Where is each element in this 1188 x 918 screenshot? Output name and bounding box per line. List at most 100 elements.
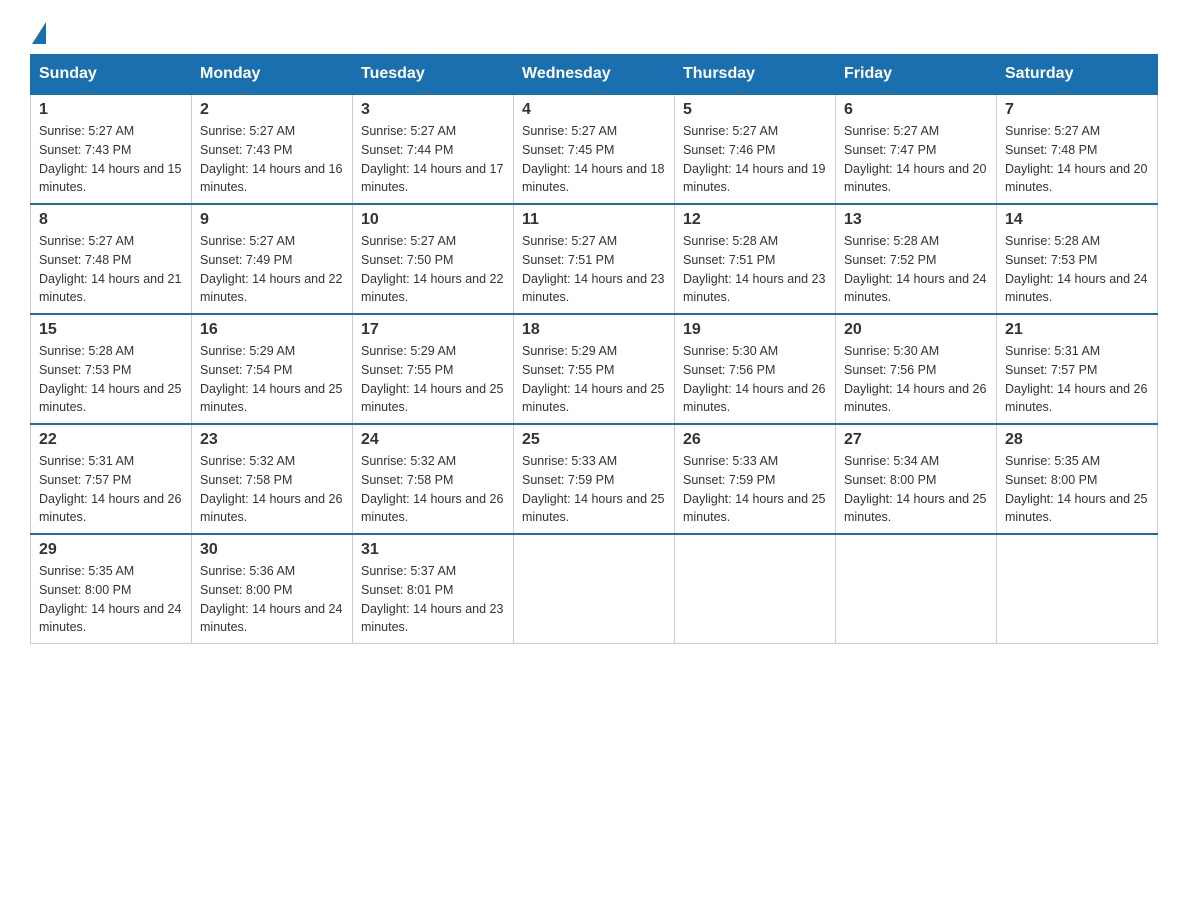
day-info: Sunrise: 5:27 AMSunset: 7:45 PMDaylight:…	[522, 122, 666, 197]
day-info: Sunrise: 5:27 AMSunset: 7:51 PMDaylight:…	[522, 232, 666, 307]
day-number: 16	[200, 321, 344, 339]
day-number: 5	[683, 101, 827, 119]
day-number: 13	[844, 211, 988, 229]
day-number: 4	[522, 101, 666, 119]
weekday-header-wednesday: Wednesday	[514, 55, 675, 95]
calendar-week-row: 29 Sunrise: 5:35 AMSunset: 8:00 PMDayligh…	[31, 534, 1158, 644]
day-number: 7	[1005, 101, 1149, 119]
day-info: Sunrise: 5:27 AMSunset: 7:43 PMDaylight:…	[39, 122, 183, 197]
day-number: 12	[683, 211, 827, 229]
day-number: 28	[1005, 431, 1149, 449]
calendar-cell: 23 Sunrise: 5:32 AMSunset: 7:58 PMDayligh…	[192, 424, 353, 534]
calendar-cell: 25 Sunrise: 5:33 AMSunset: 7:59 PMDayligh…	[514, 424, 675, 534]
day-info: Sunrise: 5:28 AMSunset: 7:53 PMDaylight:…	[1005, 232, 1149, 307]
day-info: Sunrise: 5:33 AMSunset: 7:59 PMDaylight:…	[522, 452, 666, 527]
day-number: 17	[361, 321, 505, 339]
calendar-cell: 8 Sunrise: 5:27 AMSunset: 7:48 PMDaylight…	[31, 204, 192, 314]
day-number: 9	[200, 211, 344, 229]
logo	[30, 20, 46, 44]
day-number: 27	[844, 431, 988, 449]
calendar-cell: 17 Sunrise: 5:29 AMSunset: 7:55 PMDayligh…	[353, 314, 514, 424]
calendar-cell: 18 Sunrise: 5:29 AMSunset: 7:55 PMDayligh…	[514, 314, 675, 424]
day-info: Sunrise: 5:27 AMSunset: 7:47 PMDaylight:…	[844, 122, 988, 197]
day-number: 24	[361, 431, 505, 449]
calendar-cell	[675, 534, 836, 644]
day-number: 30	[200, 541, 344, 559]
day-info: Sunrise: 5:30 AMSunset: 7:56 PMDaylight:…	[683, 342, 827, 417]
calendar-week-row: 8 Sunrise: 5:27 AMSunset: 7:48 PMDaylight…	[31, 204, 1158, 314]
day-info: Sunrise: 5:35 AMSunset: 8:00 PMDaylight:…	[1005, 452, 1149, 527]
calendar-week-row: 15 Sunrise: 5:28 AMSunset: 7:53 PMDayligh…	[31, 314, 1158, 424]
calendar-cell: 7 Sunrise: 5:27 AMSunset: 7:48 PMDaylight…	[997, 94, 1158, 204]
calendar-cell: 9Sunrise: 5:27 AMSunset: 7:49 PMDaylight…	[192, 204, 353, 314]
calendar-cell: 11 Sunrise: 5:27 AMSunset: 7:51 PMDayligh…	[514, 204, 675, 314]
day-info: Sunrise: 5:29 AMSunset: 7:55 PMDaylight:…	[361, 342, 505, 417]
page-header	[30, 20, 1158, 44]
weekday-header-saturday: Saturday	[997, 55, 1158, 95]
calendar-cell: 29 Sunrise: 5:35 AMSunset: 8:00 PMDayligh…	[31, 534, 192, 644]
day-info: Sunrise: 5:34 AMSunset: 8:00 PMDaylight:…	[844, 452, 988, 527]
day-info: Sunrise: 5:36 AMSunset: 8:00 PMDaylight:…	[200, 562, 344, 637]
day-info: Sunrise: 5:30 AMSunset: 7:56 PMDaylight:…	[844, 342, 988, 417]
day-number: 31	[361, 541, 505, 559]
day-info: Sunrise: 5:31 AMSunset: 7:57 PMDaylight:…	[39, 452, 183, 527]
day-info: Sunrise: 5:27 AMSunset: 7:48 PMDaylight:…	[1005, 122, 1149, 197]
weekday-header-sunday: Sunday	[31, 55, 192, 95]
weekday-header-monday: Monday	[192, 55, 353, 95]
day-info: Sunrise: 5:27 AMSunset: 7:50 PMDaylight:…	[361, 232, 505, 307]
day-number: 19	[683, 321, 827, 339]
day-number: 10	[361, 211, 505, 229]
day-info: Sunrise: 5:27 AMSunset: 7:44 PMDaylight:…	[361, 122, 505, 197]
calendar-cell	[997, 534, 1158, 644]
day-number: 14	[1005, 211, 1149, 229]
day-number: 18	[522, 321, 666, 339]
day-info: Sunrise: 5:29 AMSunset: 7:55 PMDaylight:…	[522, 342, 666, 417]
day-number: 25	[522, 431, 666, 449]
weekday-header-thursday: Thursday	[675, 55, 836, 95]
calendar-cell: 14 Sunrise: 5:28 AMSunset: 7:53 PMDayligh…	[997, 204, 1158, 314]
calendar-cell: 4 Sunrise: 5:27 AMSunset: 7:45 PMDaylight…	[514, 94, 675, 204]
day-number: 2	[200, 101, 344, 119]
day-info: Sunrise: 5:27 AMSunset: 7:43 PMDaylight:…	[200, 122, 344, 197]
day-number: 23	[200, 431, 344, 449]
calendar-cell: 5 Sunrise: 5:27 AMSunset: 7:46 PMDaylight…	[675, 94, 836, 204]
day-info: Sunrise: 5:27 AMSunset: 7:48 PMDaylight:…	[39, 232, 183, 307]
calendar-cell: 15 Sunrise: 5:28 AMSunset: 7:53 PMDayligh…	[31, 314, 192, 424]
calendar-cell: 1 Sunrise: 5:27 AMSunset: 7:43 PMDaylight…	[31, 94, 192, 204]
day-number: 21	[1005, 321, 1149, 339]
calendar-cell: 28 Sunrise: 5:35 AMSunset: 8:00 PMDayligh…	[997, 424, 1158, 534]
day-number: 8	[39, 211, 183, 229]
day-number: 20	[844, 321, 988, 339]
day-number: 15	[39, 321, 183, 339]
day-info: Sunrise: 5:28 AMSunset: 7:53 PMDaylight:…	[39, 342, 183, 417]
day-info: Sunrise: 5:32 AMSunset: 7:58 PMDaylight:…	[361, 452, 505, 527]
calendar-cell: 24 Sunrise: 5:32 AMSunset: 7:58 PMDayligh…	[353, 424, 514, 534]
calendar-cell: 2 Sunrise: 5:27 AMSunset: 7:43 PMDaylight…	[192, 94, 353, 204]
calendar-cell: 6 Sunrise: 5:27 AMSunset: 7:47 PMDaylight…	[836, 94, 997, 204]
calendar-cell: 10 Sunrise: 5:27 AMSunset: 7:50 PMDayligh…	[353, 204, 514, 314]
calendar-cell: 12 Sunrise: 5:28 AMSunset: 7:51 PMDayligh…	[675, 204, 836, 314]
day-number: 29	[39, 541, 183, 559]
day-info: Sunrise: 5:35 AMSunset: 8:00 PMDaylight:…	[39, 562, 183, 637]
day-number: 6	[844, 101, 988, 119]
day-number: 1	[39, 101, 183, 119]
day-info: Sunrise: 5:29 AMSunset: 7:54 PMDaylight:…	[200, 342, 344, 417]
calendar-cell: 13 Sunrise: 5:28 AMSunset: 7:52 PMDayligh…	[836, 204, 997, 314]
day-info: Sunrise: 5:32 AMSunset: 7:58 PMDaylight:…	[200, 452, 344, 527]
day-number: 11	[522, 211, 666, 229]
day-info: Sunrise: 5:37 AMSunset: 8:01 PMDaylight:…	[361, 562, 505, 637]
weekday-header-tuesday: Tuesday	[353, 55, 514, 95]
day-info: Sunrise: 5:28 AMSunset: 7:52 PMDaylight:…	[844, 232, 988, 307]
calendar-header-row: SundayMondayTuesdayWednesdayThursdayFrid…	[31, 55, 1158, 95]
day-info: Sunrise: 5:27 AMSunset: 7:46 PMDaylight:…	[683, 122, 827, 197]
day-info: Sunrise: 5:28 AMSunset: 7:51 PMDaylight:…	[683, 232, 827, 307]
calendar-table: SundayMondayTuesdayWednesdayThursdayFrid…	[30, 54, 1158, 644]
calendar-cell: 30 Sunrise: 5:36 AMSunset: 8:00 PMDayligh…	[192, 534, 353, 644]
calendar-cell: 26Sunrise: 5:33 AMSunset: 7:59 PMDayligh…	[675, 424, 836, 534]
calendar-cell: 27 Sunrise: 5:34 AMSunset: 8:00 PMDayligh…	[836, 424, 997, 534]
day-info: Sunrise: 5:33 AMSunset: 7:59 PMDaylight:…	[683, 452, 827, 527]
day-number: 22	[39, 431, 183, 449]
calendar-cell: 31 Sunrise: 5:37 AMSunset: 8:01 PMDayligh…	[353, 534, 514, 644]
calendar-week-row: 1 Sunrise: 5:27 AMSunset: 7:43 PMDaylight…	[31, 94, 1158, 204]
day-info: Sunrise: 5:31 AMSunset: 7:57 PMDaylight:…	[1005, 342, 1149, 417]
